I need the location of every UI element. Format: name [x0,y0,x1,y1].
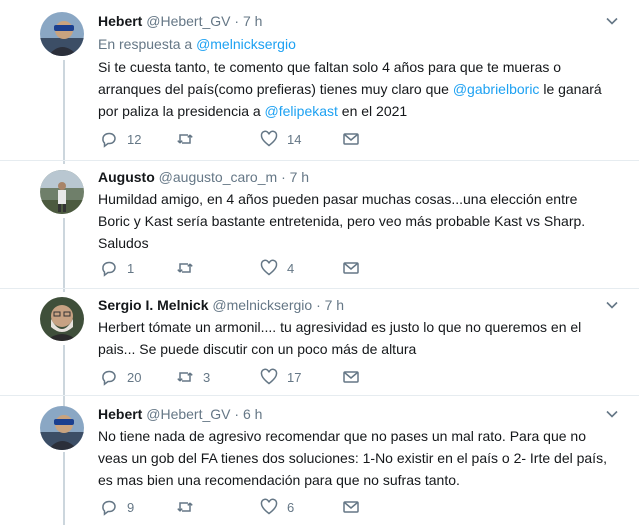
tweet[interactable]: Augusto @augusto_caro_m · 7 h Humildad a… [0,161,639,287]
like-count: 14 [287,131,302,147]
retweet-count: 3 [203,369,211,385]
reply-icon [102,500,116,516]
reply-button[interactable]: 1 [100,258,134,278]
envelope-icon [343,262,359,274]
avatar[interactable] [40,12,84,56]
author-name[interactable]: Augusto [98,169,155,185]
retweet-button[interactable] [176,497,203,517]
avatar[interactable] [40,297,84,341]
tweet[interactable]: Hebert @Hebert_GV · 7 h En respuesta a @… [0,0,639,160]
like-count: 17 [287,369,302,385]
author-name[interactable]: Sergio I. Melnick [98,297,208,313]
envelope-icon [343,371,359,383]
chevron-down-icon[interactable] [605,298,619,312]
like-button[interactable]: 14 [260,129,301,149]
tweet-header: Sergio I. Melnick @melnicksergio · 7 h [98,296,344,314]
chevron-down-icon[interactable] [605,407,619,421]
retweet-icon [177,134,193,144]
retweet-button[interactable]: 3 [176,367,210,387]
tweet-header: Hebert @Hebert_GV · 6 h [98,405,262,423]
like-count: 4 [287,260,295,276]
text-segment: en el 2021 [337,103,408,119]
author-handle[interactable]: @Hebert_GV [146,13,230,29]
author-handle[interactable]: @Hebert_GV [146,406,230,422]
chevron-down-icon[interactable] [605,14,619,28]
reply-button[interactable]: 12 [100,129,141,149]
tweet-text: Humildad amigo, en 4 años pueden pasar m… [98,188,608,254]
heart-icon [260,130,278,147]
tweet-text: Herbert tómate un armonil.... tu agresiv… [98,316,608,360]
dm-button[interactable] [342,258,360,278]
mention-link[interactable]: @felipekast [265,103,338,119]
dm-button[interactable] [342,129,360,149]
reply-context: En respuesta a @melnicksergio [98,35,296,53]
reply-count: 1 [127,260,135,276]
tweet-header: Augusto @augusto_caro_m · 7 h [98,168,309,186]
retweet-button[interactable] [176,129,203,149]
like-count: 6 [287,499,295,515]
reply-button[interactable]: 9 [100,497,134,517]
timestamp[interactable]: · 7 h [281,169,309,185]
heart-icon [260,259,278,276]
tweet-text: No tiene nada de agresivo recomendar que… [98,425,608,491]
text-segment: Humildad amigo, en 4 años pueden pasar m… [98,191,586,251]
dm-button[interactable] [342,497,360,517]
tweet-header: Hebert @Hebert_GV · 7 h [98,12,262,30]
author-handle[interactable]: @augusto_caro_m [159,169,278,185]
tweet-text: Si te cuesta tanto, te comento que falta… [98,56,608,122]
text-segment: No tiene nada de agresivo recomendar que… [98,428,607,488]
heart-icon [260,498,278,515]
reply-count: 12 [127,131,142,147]
like-button[interactable]: 17 [260,367,301,387]
reply-button[interactable]: 20 [100,367,141,387]
author-handle[interactable]: @melnicksergio [212,297,312,313]
timestamp[interactable]: · 6 h [234,406,262,422]
reply-prefix: En respuesta a [98,36,193,52]
retweet-button[interactable] [176,258,203,278]
retweet-icon [177,263,193,273]
reply-icon [102,261,116,277]
reply-count: 9 [127,499,135,515]
heart-icon [260,368,278,385]
author-name[interactable]: Hebert [98,406,142,422]
retweet-icon [177,502,193,512]
reply-count: 20 [127,369,142,385]
avatar[interactable] [40,170,84,214]
reply-icon [102,370,116,386]
envelope-icon [343,501,359,513]
dm-button[interactable] [342,367,360,387]
tweet[interactable]: Hebert @Hebert_GV · 6 h No tiene nada de… [0,396,639,525]
mention-link[interactable]: @gabrielboric [453,81,540,97]
envelope-icon [343,133,359,145]
tweet[interactable]: Sergio I. Melnick @melnicksergio · 7 h H… [0,289,639,394]
like-button[interactable]: 4 [260,258,294,278]
avatar[interactable] [40,406,84,450]
timestamp[interactable]: · 7 h [234,13,262,29]
reply-handle-link[interactable]: @melnicksergio [196,36,296,52]
reply-icon [102,132,116,148]
timestamp[interactable]: · 7 h [316,297,344,313]
text-segment: Herbert tómate un armonil.... tu agresiv… [98,319,582,357]
retweet-icon [177,372,193,382]
author-name[interactable]: Hebert [98,13,142,29]
like-button[interactable]: 6 [260,497,294,517]
